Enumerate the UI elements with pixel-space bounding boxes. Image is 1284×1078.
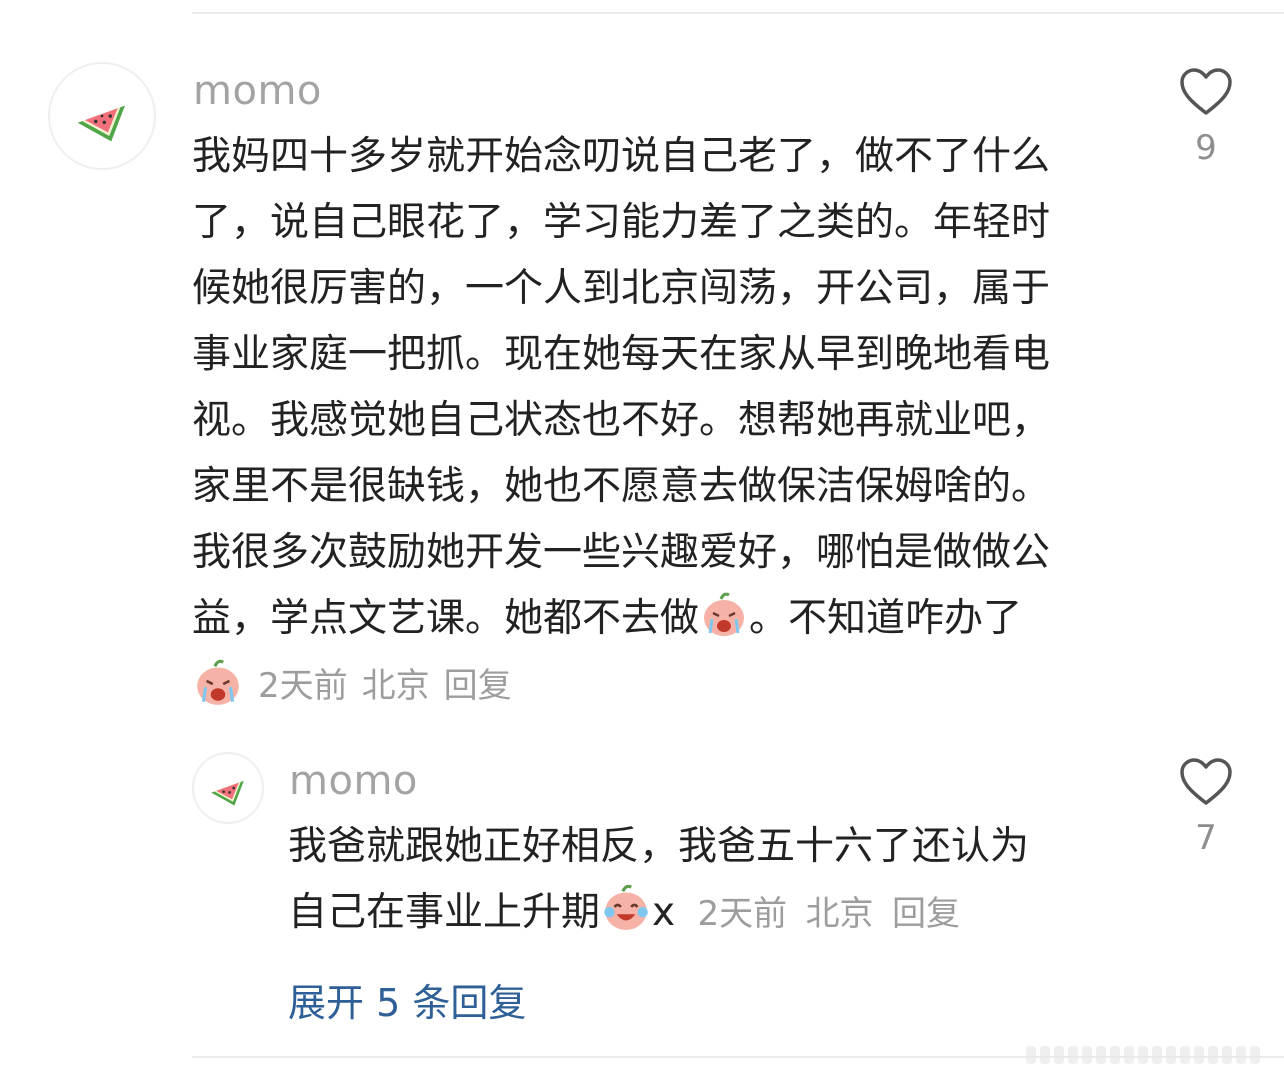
reply-line: 自己在事业上升期 x 2天前 北京 回复 bbox=[288, 880, 1128, 947]
comment-body: 我妈四十多岁就开始念叨说自己老了，做不了什么 了，说自己眼花了，学习能力差了之类… bbox=[192, 124, 1132, 652]
watermark bbox=[1026, 1046, 1260, 1064]
expand-replies-link[interactable]: 展开 5 条回复 bbox=[288, 972, 526, 1027]
reply-line: 我爸就跟她正好相反，我爸五十六了还认为 bbox=[288, 824, 1030, 869]
comment-line: 益，学点文艺课。她都不去做 。不知道咋办了 bbox=[192, 586, 1132, 652]
comment-reply-button[interactable]: 回复 bbox=[444, 658, 512, 707]
comment-time: 2天前 bbox=[258, 665, 348, 706]
watermelon-icon bbox=[211, 780, 244, 806]
comment-username[interactable]: momo bbox=[193, 68, 322, 114]
heart-outline-icon[interactable] bbox=[1179, 758, 1233, 806]
top-divider bbox=[192, 12, 1284, 14]
comment-line: 家里不是很缺钱，她也不愿意去做保洁保姆啥的。 bbox=[192, 464, 1051, 509]
comment-line: 事业家庭一把抓。现在她每天在家从早到晚地看电 bbox=[192, 332, 1051, 377]
reply-reply-button[interactable]: 回复 bbox=[892, 894, 960, 934]
reply-body: 我爸就跟她正好相反，我爸五十六了还认为 自己在事业上升期 x 2天前 北京 回复 bbox=[288, 814, 1128, 947]
crying-peach-emoji bbox=[704, 592, 745, 636]
crying-peach-emoji bbox=[197, 659, 239, 705]
reply-like-button[interactable]: 7 bbox=[1166, 758, 1246, 858]
comment-like-count: 9 bbox=[1195, 128, 1217, 168]
reply-time: 2天前 bbox=[697, 894, 788, 934]
comment-line: 视。我感觉她自己状态也不好。想帮她再就业吧， bbox=[192, 398, 1051, 443]
reply-like-count: 7 bbox=[1195, 818, 1217, 858]
comment-text-segment: 。不知道咋办了 bbox=[749, 596, 1023, 641]
reply-text-segment: 自己在事业上升期 bbox=[288, 890, 601, 935]
watermelon-icon bbox=[77, 105, 125, 142]
comment-location: 北京 bbox=[361, 665, 430, 706]
reply-text-segment: x bbox=[652, 890, 676, 935]
comment-like-button[interactable]: 9 bbox=[1166, 68, 1246, 168]
comment-line: 我妈四十多岁就开始念叨说自己老了，做不了什么 bbox=[192, 134, 1051, 179]
reply-location: 北京 bbox=[805, 894, 874, 934]
reply-username[interactable]: momo bbox=[289, 758, 418, 804]
laughing-crying-peach-emoji bbox=[604, 884, 648, 930]
comment-line: 候她很厉害的，一个人到北京闯荡，开公司，属于 bbox=[192, 266, 1051, 311]
comment-avatar[interactable] bbox=[48, 62, 156, 170]
comment-meta: 2天前 北京 回复 bbox=[192, 656, 512, 708]
comment-line: 我很多次鼓励她开发一些兴趣爱好，哪怕是做做公 bbox=[192, 530, 1051, 575]
comment-line: 了，说自己眼花了，学习能力差了之类的。年轻时 bbox=[192, 200, 1051, 245]
heart-outline-icon[interactable] bbox=[1179, 68, 1233, 116]
reply-avatar[interactable] bbox=[192, 752, 264, 824]
comment-text-segment: 益，学点文艺课。她都不去做 bbox=[192, 596, 700, 641]
